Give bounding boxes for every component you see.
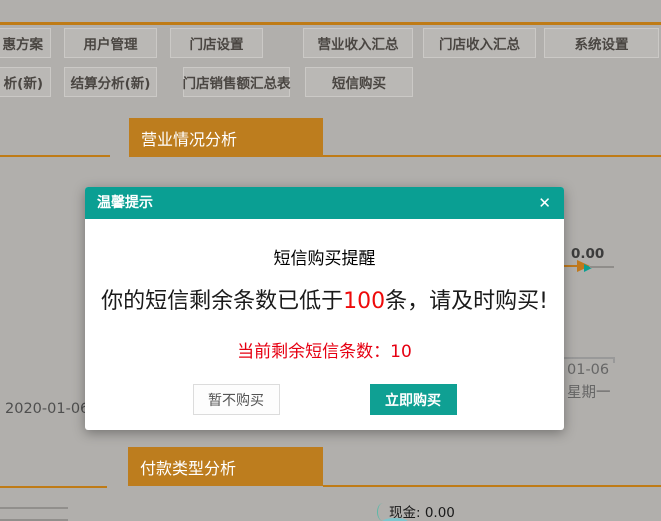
close-icon[interactable]: ✕ bbox=[538, 187, 551, 219]
nav-button-analysis-new-cut[interactable]: 析(新) bbox=[0, 67, 51, 97]
nav-button-revenue-summary[interactable]: 营业收入汇总 bbox=[303, 28, 413, 58]
dialog-title: 温馨提示 bbox=[97, 195, 153, 211]
not-now-button[interactable]: 暂不购买 bbox=[192, 384, 280, 415]
nav-button-user-management[interactable]: 用户管理 bbox=[64, 28, 157, 58]
tab-payment-type-analysis[interactable]: 付款类型分析 bbox=[128, 447, 323, 486]
axis-line bbox=[556, 357, 614, 359]
dialog-heading: 短信购买提醒 bbox=[273, 249, 376, 269]
remaining-label: 当前剩余短信条数： bbox=[237, 342, 391, 362]
tab-underline-left bbox=[0, 154, 110, 157]
payment-underline-left bbox=[0, 485, 107, 488]
nav-button-store-income-summary[interactable]: 门店收入汇总 bbox=[423, 28, 536, 58]
dialog-message: 你的短信剩余条数已低于100条，请及时购买! bbox=[85, 283, 564, 315]
legend-line-1 bbox=[0, 507, 68, 509]
axis-label-date: 01-06 bbox=[567, 362, 610, 378]
nav-button-sms-purchase[interactable]: 短信购买 bbox=[305, 67, 413, 97]
axis-tick-right bbox=[613, 357, 615, 363]
axis-label-weekday: 星期一 bbox=[567, 385, 611, 401]
nav-button-store-settings[interactable]: 门店设置 bbox=[170, 28, 263, 58]
message-threshold: 100 bbox=[343, 289, 386, 314]
top-divider bbox=[0, 22, 661, 25]
nav-button-system-settings[interactable]: 系统设置 bbox=[544, 28, 659, 58]
message-pre: 你的短信剩余条数已低于 bbox=[101, 289, 344, 314]
sms-reminder-dialog: 温馨提示 ✕ 短信购买提醒 你的短信剩余条数已低于100条，请及时购买! 当前剩… bbox=[85, 187, 564, 430]
tab-business-analysis[interactable]: 营业情况分析 bbox=[129, 118, 323, 157]
dialog-header: 温馨提示 ✕ bbox=[85, 187, 564, 219]
remaining-count-line: 当前剩余短信条数：10 bbox=[85, 337, 564, 362]
tab-underline-right bbox=[323, 154, 661, 157]
nav-button-hui-fangan[interactable]: 惠方案 bbox=[0, 28, 51, 58]
buy-now-button[interactable]: 立即购买 bbox=[369, 384, 457, 415]
legend-line-2 bbox=[0, 519, 68, 521]
remaining-value: 10 bbox=[390, 342, 412, 362]
payment-underline-right bbox=[323, 484, 661, 487]
nav-button-settlement-analysis-new[interactable]: 结算分析(新) bbox=[64, 67, 157, 97]
dialog-button-row: 暂不购买 立即购买 bbox=[85, 384, 564, 415]
app-window: 惠方案 用户管理 门店设置 营业收入汇总 门店收入汇总 系统设置 析(新) 结算… bbox=[0, 0, 661, 521]
nav-button-store-sales-summary-table[interactable]: 门店销售额汇总表 bbox=[183, 67, 291, 97]
message-post: 条，请及时购买! bbox=[385, 289, 548, 314]
chart-date-label: 2020-01-06 bbox=[5, 401, 90, 417]
chart-baseline bbox=[590, 266, 614, 268]
